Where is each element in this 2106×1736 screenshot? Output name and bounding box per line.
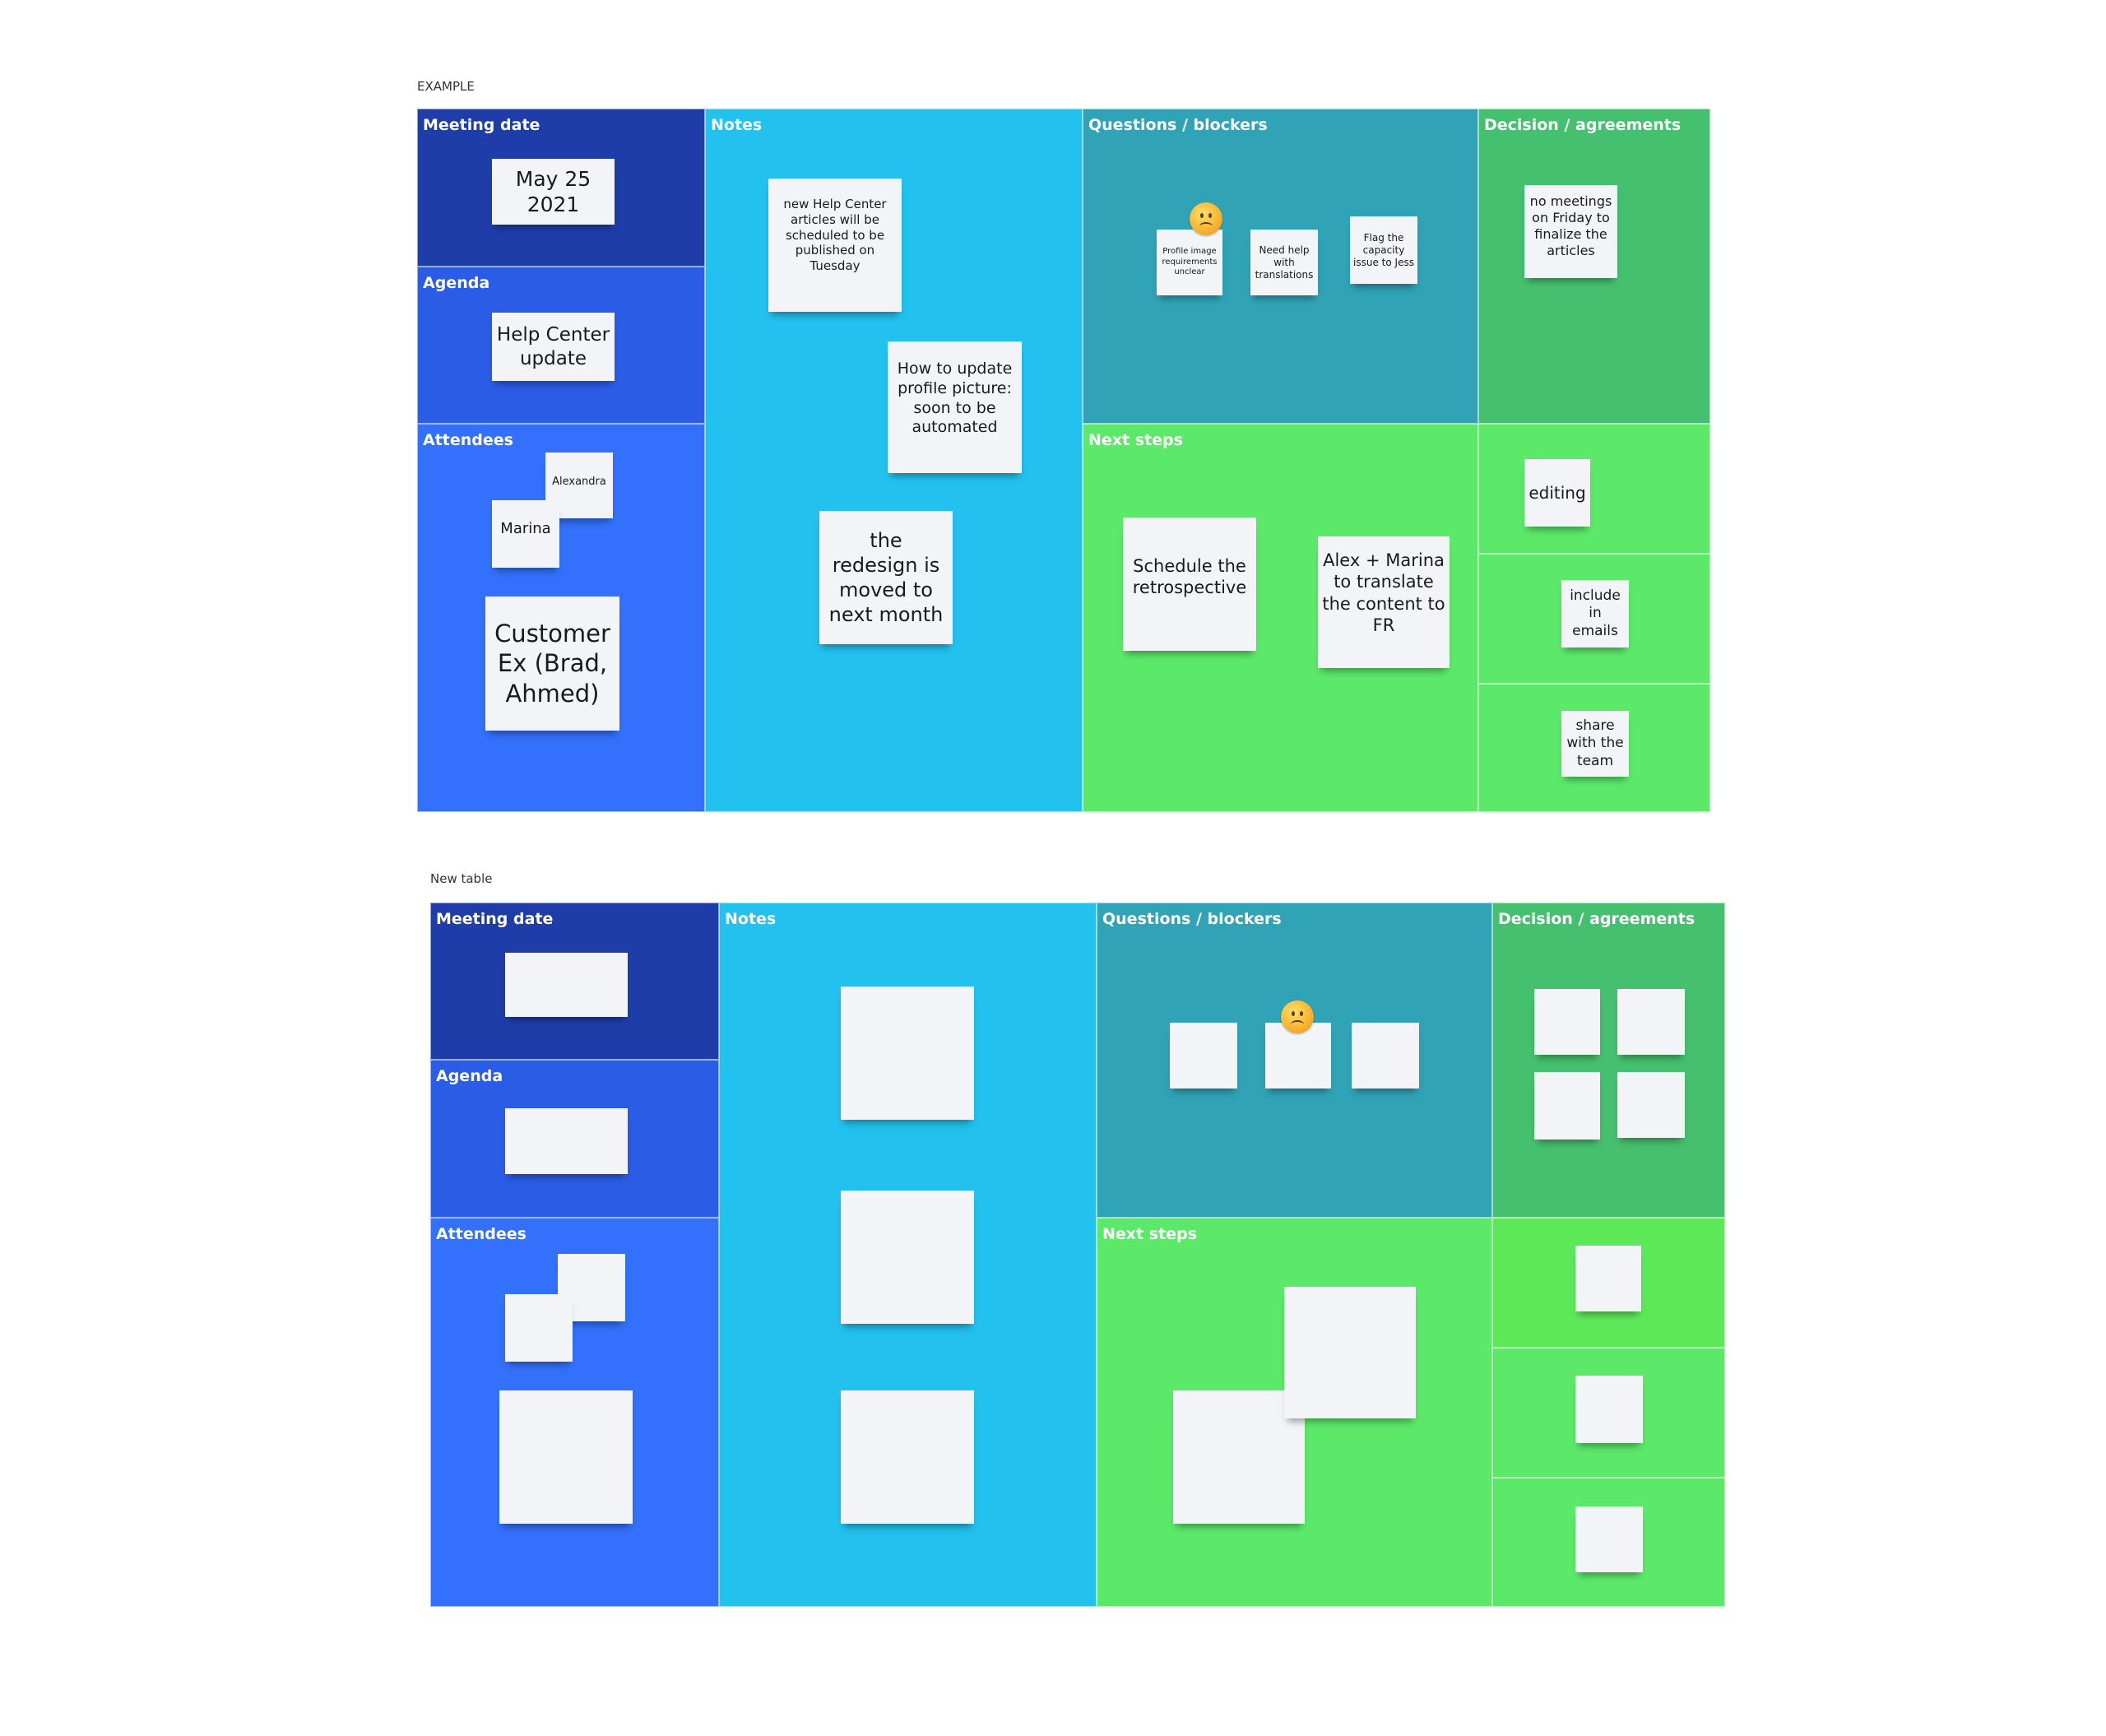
cell-title: Notes bbox=[711, 116, 763, 134]
cell-decision-sub-1[interactable] bbox=[1478, 424, 1710, 554]
empty-sticky-note[interactable] bbox=[1575, 1246, 1641, 1311]
frame-label[interactable]: EXAMPLE bbox=[417, 79, 475, 94]
cell-title: Attendees bbox=[436, 1225, 526, 1243]
cell-title: Next steps bbox=[1102, 1225, 1197, 1243]
sticky-note[interactable]: Schedule the retrospective bbox=[1123, 518, 1256, 651]
cell-title: Meeting date bbox=[436, 910, 554, 928]
empty-sticky-note[interactable] bbox=[505, 1108, 628, 1174]
cell-title: Agenda bbox=[423, 274, 490, 292]
sticky-note[interactable]: Need help with translations bbox=[1250, 230, 1318, 295]
frame-label[interactable]: New table bbox=[430, 871, 492, 886]
cell-decision[interactable]: Decision / agreements bbox=[1492, 903, 1725, 1218]
cell-title: Agenda bbox=[436, 1067, 503, 1085]
empty-sticky-note[interactable] bbox=[841, 1390, 974, 1524]
sticky-note[interactable]: the redesign is moved to next month bbox=[819, 511, 953, 644]
sticky-note[interactable]: May 25 2021 bbox=[492, 159, 615, 225]
sticky-note[interactable]: How to update profile picture: soon to b… bbox=[888, 341, 1022, 473]
empty-sticky-note[interactable] bbox=[1534, 1072, 1600, 1140]
sticky-note[interactable]: include in emails bbox=[1561, 580, 1629, 648]
sticky-note[interactable]: Alex + Marina to translate the content t… bbox=[1318, 536, 1450, 668]
sticky-note[interactable]: Customer Ex (Brad, Ahmed) bbox=[485, 596, 619, 731]
empty-sticky-note[interactable] bbox=[1170, 1023, 1237, 1088]
cell-title: Notes bbox=[725, 910, 777, 928]
empty-sticky-note[interactable] bbox=[841, 986, 974, 1120]
cell-title: Decision / agreements bbox=[1498, 910, 1695, 928]
cell-title: Questions / blockers bbox=[1102, 910, 1282, 928]
empty-sticky-note[interactable] bbox=[505, 953, 628, 1017]
sticky-note[interactable]: no meetings on Friday to finalize the ar… bbox=[1524, 185, 1617, 278]
empty-sticky-note[interactable] bbox=[499, 1390, 633, 1524]
confused-face-icon[interactable] bbox=[1190, 202, 1222, 235]
empty-sticky-note[interactable] bbox=[841, 1191, 974, 1324]
sticky-note[interactable]: share with the team bbox=[1561, 711, 1629, 777]
empty-sticky-note[interactable] bbox=[1534, 989, 1600, 1055]
confused-face-icon[interactable] bbox=[1281, 1000, 1314, 1033]
empty-sticky-note[interactable] bbox=[1575, 1506, 1643, 1572]
empty-sticky-note[interactable] bbox=[1575, 1376, 1643, 1443]
empty-sticky-note[interactable] bbox=[505, 1294, 573, 1362]
sticky-note[interactable]: Flag the capacity issue to Jess bbox=[1350, 216, 1417, 284]
cell-title: Attendees bbox=[423, 431, 513, 449]
cell-title: Questions / blockers bbox=[1088, 116, 1268, 134]
empty-sticky-note[interactable] bbox=[1617, 1072, 1685, 1138]
cell-title: Decision / agreements bbox=[1484, 116, 1682, 134]
empty-sticky-note[interactable] bbox=[1284, 1287, 1416, 1418]
sticky-note[interactable]: Help Center update bbox=[492, 313, 615, 381]
empty-sticky-note[interactable] bbox=[1617, 989, 1685, 1055]
sticky-note[interactable]: Profile image requirements unclear bbox=[1157, 230, 1222, 295]
sticky-note[interactable]: new Help Center articles will be schedul… bbox=[768, 179, 902, 312]
sticky-note[interactable]: editing bbox=[1524, 459, 1590, 527]
cell-title: Meeting date bbox=[423, 116, 540, 134]
sticky-note[interactable]: Marina bbox=[492, 500, 559, 568]
cell-title: Next steps bbox=[1088, 431, 1183, 449]
empty-sticky-note[interactable] bbox=[1352, 1023, 1419, 1088]
